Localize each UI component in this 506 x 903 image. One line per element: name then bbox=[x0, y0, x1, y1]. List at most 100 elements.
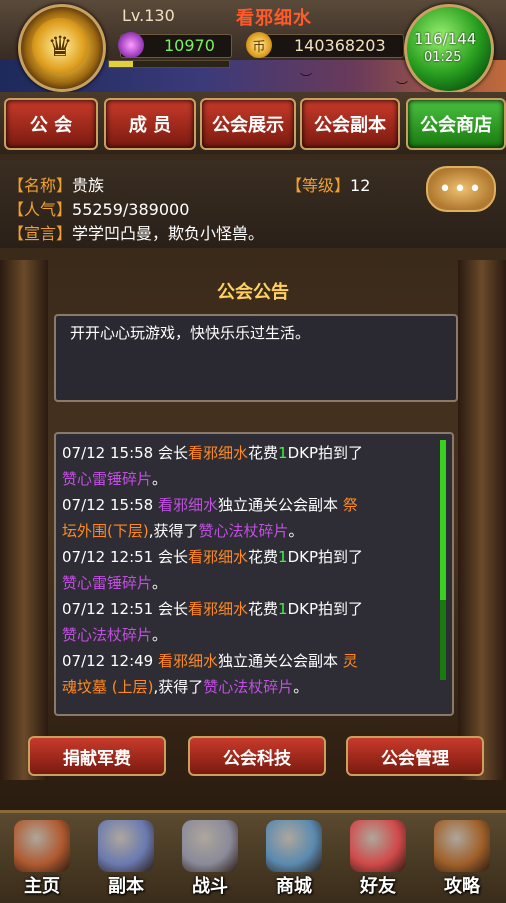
energy-orb[interactable] bbox=[404, 4, 494, 94]
log-segment: 独立通关公会副本 bbox=[218, 652, 343, 670]
log-segment: 花费 bbox=[248, 548, 279, 566]
log-segment: 看邪细水 bbox=[158, 652, 219, 670]
log-segment: 。 bbox=[293, 678, 309, 696]
log-segment: 祭 bbox=[342, 496, 358, 514]
log-segment: DKP拍到了 bbox=[287, 548, 364, 566]
dock-label: 商城 bbox=[276, 876, 312, 897]
dock-label: 战斗 bbox=[192, 876, 228, 897]
log-line: 赞心雷锤碎片。 bbox=[62, 466, 438, 492]
dock-label: 攻略 bbox=[444, 876, 480, 897]
gem-count: 10970 bbox=[164, 36, 215, 55]
log-segment: 看邪细水 bbox=[188, 444, 249, 462]
coin-icon: 币 bbox=[246, 32, 272, 58]
dock-label: 主页 bbox=[24, 876, 60, 897]
log-segment: 赞心雷锤碎片 bbox=[62, 574, 153, 592]
guild-level-row: 【等级】12 bbox=[286, 172, 370, 196]
tab-guild-shop[interactable]: 公会商店 bbox=[406, 98, 506, 150]
log-segment: DKP拍到了 bbox=[287, 444, 364, 462]
log-segment: 07/12 15:58 bbox=[62, 496, 158, 514]
log-segment: 赞心法杖碎片 bbox=[203, 678, 294, 696]
log-segment: 1 bbox=[278, 600, 288, 618]
log-segment: 独立通关公会副本 bbox=[218, 496, 343, 514]
log-segment: 。 bbox=[152, 470, 168, 488]
log-line: 07/12 12:49 看邪细水独立通关公会副本 灵 bbox=[62, 648, 438, 674]
log-scroll-thumb[interactable] bbox=[440, 440, 446, 600]
log-segment: 赞心雷锤碎片 bbox=[62, 470, 153, 488]
guild-motto: 学学凹凸曼，欺负小怪兽。 bbox=[72, 224, 265, 243]
log-segment: 。 bbox=[152, 574, 168, 592]
guild-level-label: 【等级】 bbox=[286, 176, 351, 195]
log-line: 坛外围(下层),获得了赞心法杖碎片。 bbox=[62, 518, 438, 544]
guild-motto-label: 【宣言】 bbox=[8, 224, 73, 243]
log-line: 赞心法杖碎片。 bbox=[62, 622, 438, 648]
dock-item[interactable]: 商城 bbox=[252, 816, 336, 900]
dock-item[interactable]: 好友 bbox=[336, 816, 420, 900]
notice-text: 开开心心玩游戏，快快乐乐过生活。 bbox=[70, 324, 311, 342]
tab-guild-showcase[interactable]: 公会展示 bbox=[200, 98, 296, 150]
player-name: 看邪细水 bbox=[236, 8, 312, 29]
guild-popularity-label: 【人气】 bbox=[8, 200, 73, 219]
tab-guild-dungeon[interactable]: 公会副本 bbox=[300, 98, 400, 150]
log-line: 07/12 15:58 看邪细水独立通关公会副本 祭 bbox=[62, 492, 438, 518]
energy-count: 116/144 bbox=[414, 30, 477, 48]
guild-popularity: 55259/389000 bbox=[72, 200, 190, 219]
log-segment: 看邪细水 bbox=[158, 496, 219, 514]
log-segment: 。 bbox=[152, 626, 168, 644]
dock-item[interactable]: 副本 bbox=[84, 816, 168, 900]
guild-level: 12 bbox=[350, 176, 371, 195]
log-segment: 。 bbox=[288, 522, 304, 540]
log-line: 07/12 15:58 会长看邪细水花费1DKP拍到了 bbox=[62, 440, 438, 466]
dock-item[interactable]: 攻略 bbox=[420, 816, 504, 900]
guild-manage-button[interactable]: 公会管理 bbox=[346, 736, 484, 776]
notice-title: 公会公告 bbox=[217, 282, 289, 303]
player-level: Lv.130 bbox=[122, 6, 175, 25]
left-pillar bbox=[0, 260, 48, 780]
log-segment: 赞心法杖碎片 bbox=[198, 522, 289, 540]
log-segment: 07/12 12:51 会长 bbox=[62, 548, 188, 566]
tab-guild[interactable]: 公 会 bbox=[4, 98, 98, 150]
log-segment: 花费 bbox=[248, 600, 279, 618]
donate-funds-button[interactable]: 捐献军费 bbox=[28, 736, 166, 776]
log-segment: 赞心法杖碎片 bbox=[62, 626, 153, 644]
guild-chat-button[interactable]: ••• bbox=[426, 166, 496, 212]
right-pillar bbox=[458, 260, 506, 780]
log-segment: 1 bbox=[278, 444, 288, 462]
exp-bar bbox=[108, 60, 230, 68]
guild-name-label: 【名称】 bbox=[8, 176, 73, 195]
log-segment: 看邪细水 bbox=[188, 600, 249, 618]
log-segment: 坛外围(下层) bbox=[62, 522, 149, 540]
energy-timer: 01:25 bbox=[424, 50, 462, 65]
log-segment: 魂坟墓 (上层) bbox=[62, 678, 154, 696]
guild-motto-row: 【宣言】学学凹凸曼，欺负小怪兽。 bbox=[8, 220, 264, 244]
bird-icon: ︶ bbox=[300, 72, 313, 86]
swords-icon bbox=[182, 820, 238, 872]
log-segment: 07/12 15:58 会长 bbox=[62, 444, 188, 462]
guild-name: 贵族 bbox=[72, 176, 105, 195]
log-segment: ,获得了 bbox=[153, 678, 204, 696]
crest-icon: ♛ bbox=[32, 18, 88, 74]
balloon-friends-icon bbox=[350, 820, 406, 872]
monster-shop-icon bbox=[266, 820, 322, 872]
log-segment: 07/12 12:49 bbox=[62, 652, 158, 670]
log-segment: 花费 bbox=[248, 444, 279, 462]
log-segment: 07/12 12:51 会长 bbox=[62, 600, 188, 618]
dock-item[interactable]: 战斗 bbox=[168, 816, 252, 900]
exp-fill bbox=[109, 61, 133, 67]
dock-item[interactable]: 主页 bbox=[0, 816, 84, 900]
wizard-icon bbox=[98, 820, 154, 872]
dock-label: 副本 bbox=[108, 876, 144, 897]
house-icon bbox=[14, 820, 70, 872]
log-segment: DKP拍到了 bbox=[287, 600, 364, 618]
tab-members[interactable]: 成 员 bbox=[104, 98, 196, 150]
coin-count: 140368203 bbox=[294, 36, 386, 55]
guild-tech-button[interactable]: 公会科技 bbox=[188, 736, 326, 776]
dock-label: 好友 bbox=[360, 876, 396, 897]
gem-icon bbox=[118, 32, 144, 58]
log-segment: 灵 bbox=[342, 652, 358, 670]
log-segment: 看邪细水 bbox=[188, 548, 249, 566]
guild-name-row: 【名称】贵族 bbox=[8, 172, 104, 196]
book-icon bbox=[434, 820, 490, 872]
log-line: 07/12 12:51 会长看邪细水花费1DKP拍到了 bbox=[62, 596, 438, 622]
log-line: 07/12 12:51 会长看邪细水花费1DKP拍到了 bbox=[62, 544, 438, 570]
log-segment: ,获得了 bbox=[148, 522, 199, 540]
